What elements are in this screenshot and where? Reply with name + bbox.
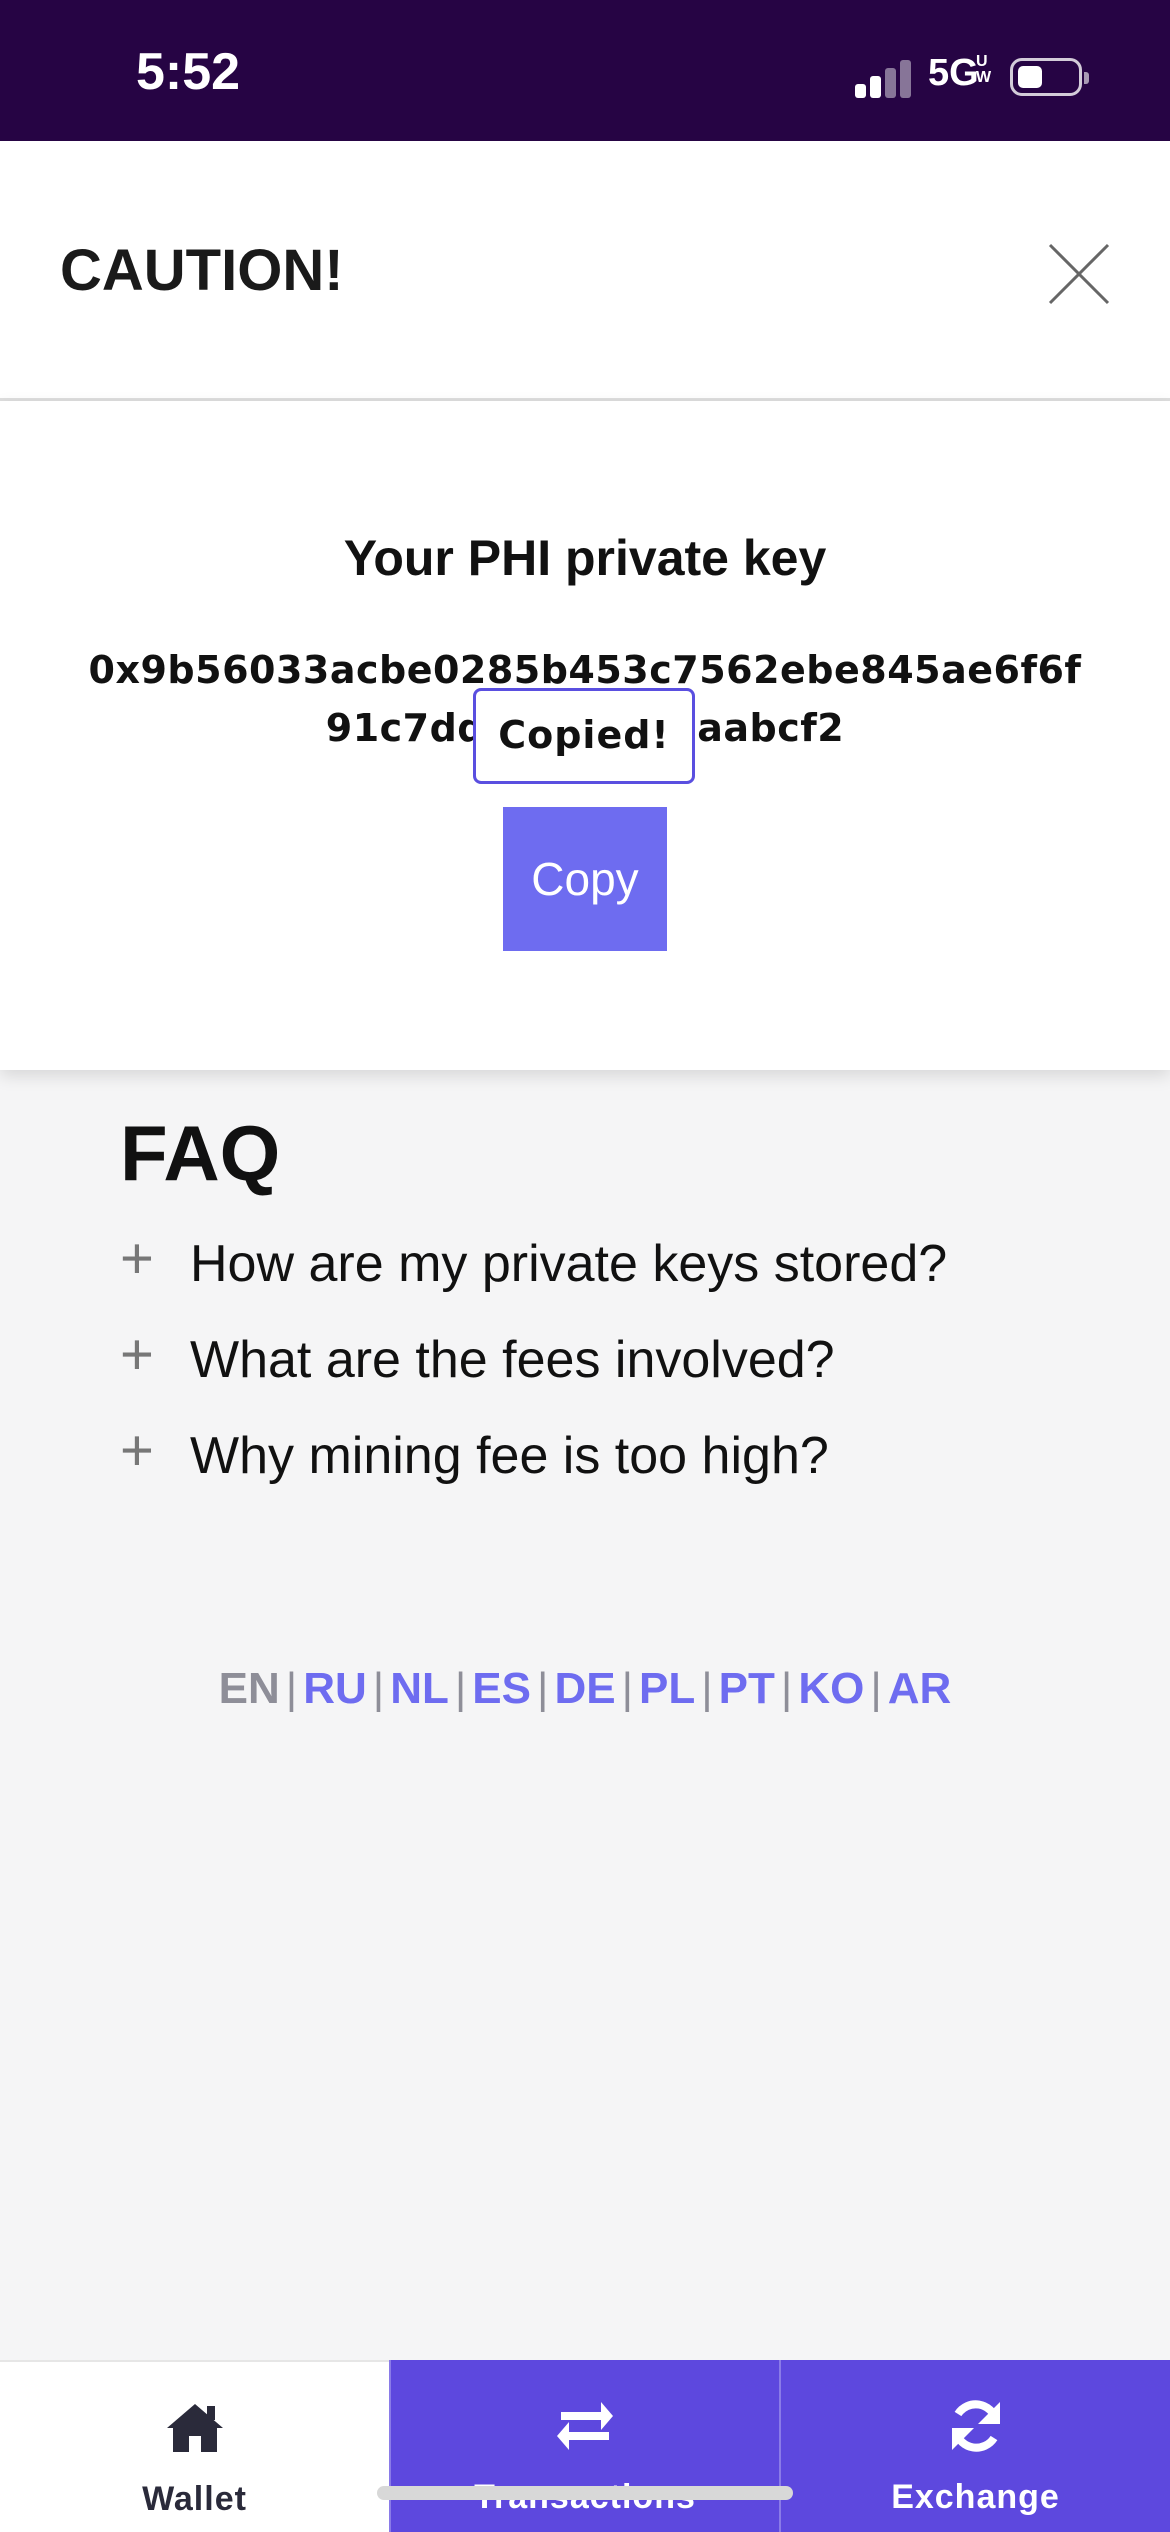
lang-en[interactable]: EN xyxy=(219,1664,280,1713)
modal-body: Your PHI private key 0x9b56033acbe0285b4… xyxy=(0,401,1170,1070)
plus-icon: + xyxy=(120,1322,154,1387)
faq-question: How are my private keys stored? xyxy=(190,1235,948,1293)
modal-title: CAUTION! xyxy=(60,238,344,303)
nav-transactions[interactable]: Transactions xyxy=(389,2360,781,2532)
copied-tooltip: Copied! xyxy=(473,688,695,784)
lang-de[interactable]: DE xyxy=(554,1664,615,1713)
swap-arrows-icon xyxy=(557,2402,613,2450)
lang-es[interactable]: ES xyxy=(472,1664,531,1713)
status-bar: 5:52 5G UW xyxy=(0,0,1170,141)
home-indicator xyxy=(377,2486,793,2500)
faq-question: Why mining fee is too high? xyxy=(190,1427,829,1485)
faq-title: FAQ xyxy=(120,1109,281,1197)
nav-exchange[interactable]: Exchange xyxy=(781,2360,1170,2532)
signal-strength-icon xyxy=(855,58,915,98)
battery-icon xyxy=(1010,58,1089,96)
nav-wallet[interactable]: Wallet xyxy=(0,2360,389,2532)
close-button[interactable] xyxy=(1044,239,1114,309)
lang-pt[interactable]: PT xyxy=(719,1664,775,1713)
network-label: 5G xyxy=(928,52,979,94)
faq-item[interactable]: + How are my private keys stored? xyxy=(120,1222,1040,1318)
network-suffix: UW xyxy=(976,53,992,86)
modal-header: CAUTION! xyxy=(0,141,1170,401)
lang-ko[interactable]: KO xyxy=(798,1664,864,1713)
plus-icon: + xyxy=(120,1418,154,1483)
lang-nl[interactable]: NL xyxy=(390,1664,449,1713)
lang-ar[interactable]: AR xyxy=(888,1664,952,1713)
nav-label: Wallet xyxy=(142,2480,247,2518)
copy-button[interactable]: Copy xyxy=(503,807,667,951)
close-x-icon xyxy=(1048,243,1110,305)
refresh-icon xyxy=(951,2400,1000,2452)
faq-question: What are the fees involved? xyxy=(190,1331,835,1389)
status-time: 5:52 xyxy=(136,43,241,101)
plus-icon: + xyxy=(120,1226,154,1291)
bottom-nav: Wallet Transactions Exchange xyxy=(0,2360,1170,2532)
lang-ru[interactable]: RU xyxy=(303,1664,367,1713)
faq-item[interactable]: + What are the fees involved? xyxy=(120,1318,1040,1414)
faq-list: + How are my private keys stored? + What… xyxy=(120,1222,1040,1510)
faq-item[interactable]: + Why mining fee is too high? xyxy=(120,1414,1040,1510)
nav-label: Exchange xyxy=(891,2478,1060,2516)
language-selector: EN | RU | NL | ES | DE | PL | PT | KO | AR xyxy=(218,1664,952,1713)
private-key-heading: Your PHI private key xyxy=(343,530,827,586)
home-icon xyxy=(166,2404,223,2452)
lang-pl[interactable]: PL xyxy=(639,1664,695,1713)
